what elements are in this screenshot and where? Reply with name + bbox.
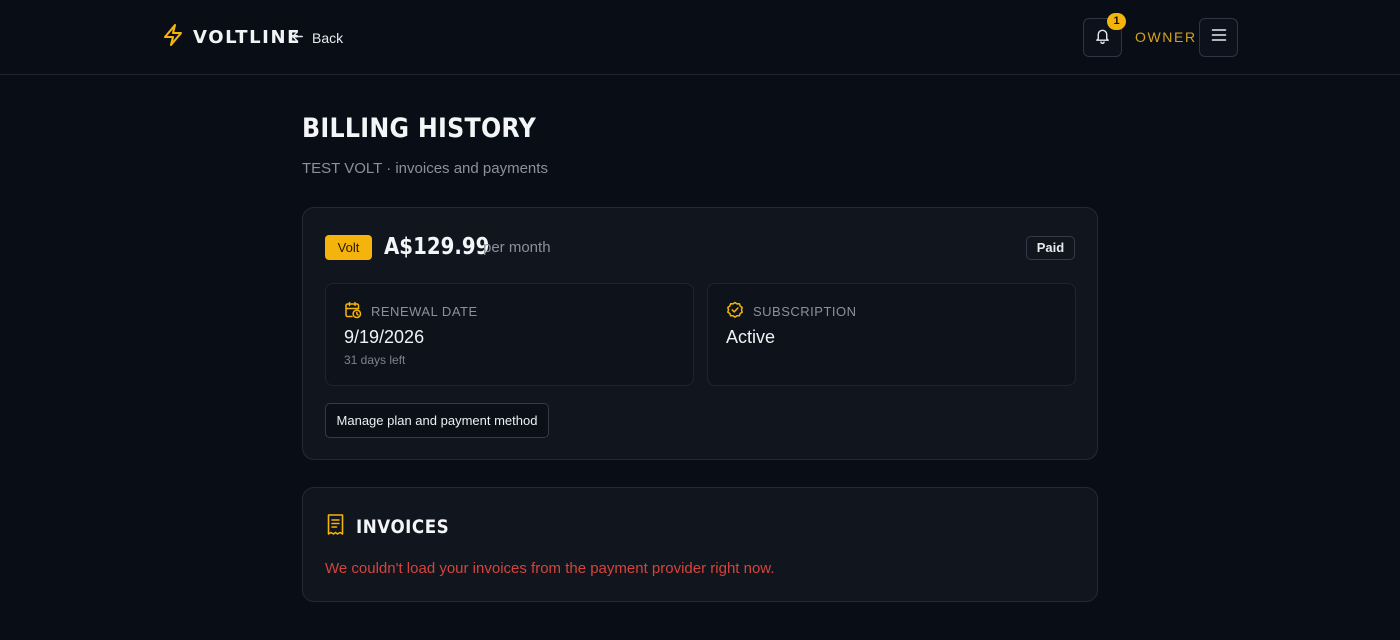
renewal-date-header: RENEWAL DATE [344,301,478,322]
invoices-card: INVOICES We couldn't load your invoices … [302,487,1098,602]
lightning-bolt-icon [162,23,184,52]
menu-button[interactable] [1199,18,1238,57]
back-label: Back [312,30,344,46]
invoices-error-message: We couldn't load your invoices from the … [325,560,775,577]
back-link[interactable]: Back [290,28,343,48]
billing-period: per month [483,239,551,256]
invoices-header: INVOICES [325,513,462,541]
days-left-note: 31 days left [344,353,406,367]
bell-icon [1094,27,1111,49]
renewal-date-panel: RENEWAL DATE 9/19/2026 31 days left [325,283,694,386]
check-badge-icon [726,301,744,322]
subscription-header: SUBSCRIPTION [726,301,857,322]
renewal-date-label: RENEWAL DATE [371,304,478,319]
subscription-label: SUBSCRIPTION [753,304,857,319]
page-title: BILLING HISTORY [302,113,537,144]
arrow-left-icon [290,29,305,47]
plan-name-badge: Volt [325,235,372,260]
top-navigation-bar: VOLTLINE Back 1 OWNER [0,0,1400,75]
notification-count-badge: 1 [1107,13,1126,30]
hamburger-menu-icon [1211,28,1227,47]
brand-name: VOLTLINE [193,26,302,48]
receipt-icon [325,513,346,541]
invoices-title: INVOICES [356,516,450,538]
calendar-clock-icon [344,301,362,322]
plan-price: A$129.99 [384,234,490,260]
user-role-label: OWNER [1135,29,1197,45]
brand-logo[interactable]: VOLTLINE [162,23,302,52]
subscription-panel: SUBSCRIPTION Active [707,283,1076,386]
page-subtitle: TEST VOLT · invoices and payments [302,160,548,177]
payment-status-badge: Paid [1026,236,1075,260]
manage-plan-button[interactable]: Manage plan and payment method [325,403,549,438]
subscription-status-value: Active [726,327,776,347]
renewal-date-value: 9/19/2026 [344,327,425,347]
plan-card: Volt A$129.99 per month Paid RENEWAL DAT… [302,207,1098,460]
